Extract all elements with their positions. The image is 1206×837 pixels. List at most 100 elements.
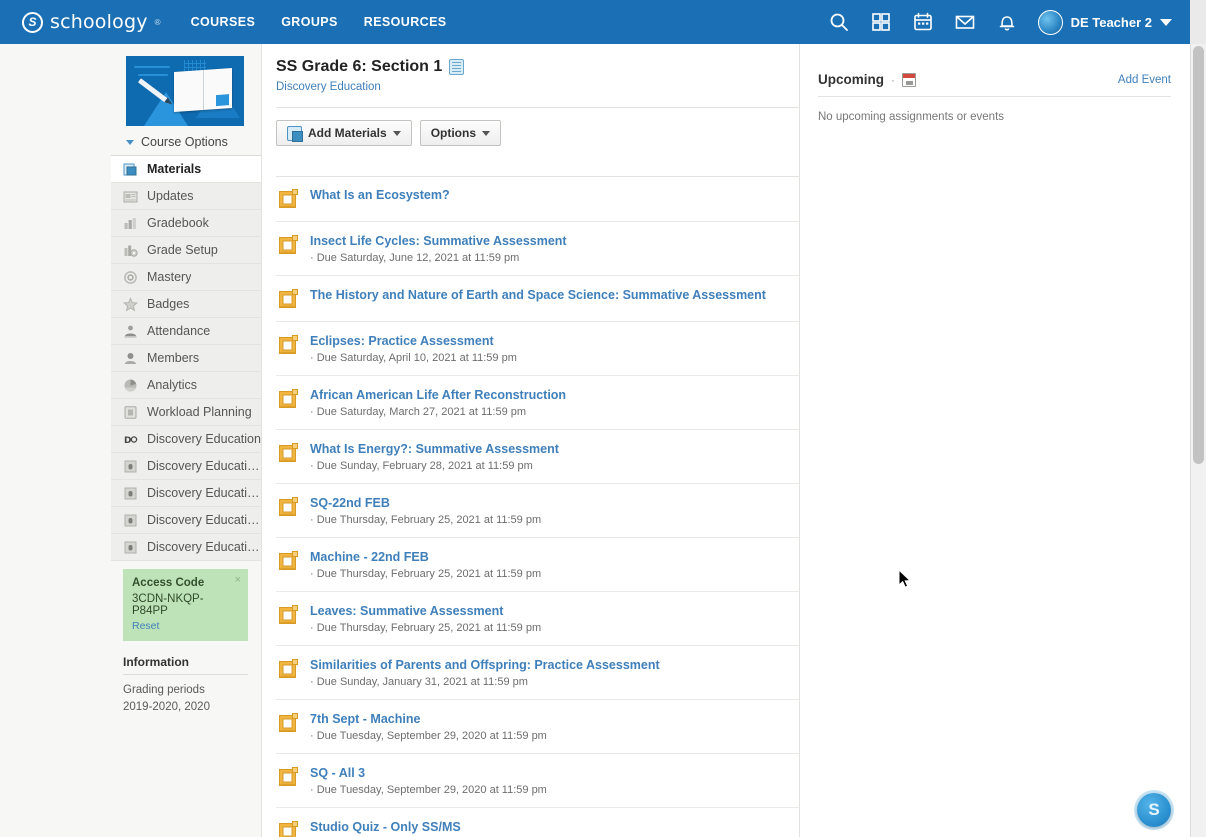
chevron-down-icon bbox=[392, 130, 401, 136]
search-icon[interactable] bbox=[828, 11, 850, 33]
assessment-icon bbox=[278, 820, 300, 837]
sidebar-item-label: Workload Planning bbox=[147, 405, 252, 419]
course-options-toggle[interactable]: Course Options bbox=[126, 135, 261, 149]
assessment-icon bbox=[278, 658, 300, 680]
user-menu[interactable]: DE Teacher 2 bbox=[1037, 9, 1172, 35]
members-icon bbox=[123, 351, 138, 366]
sidebar-item-discovery-education-app-2[interactable]: Discovery Education - ... bbox=[111, 480, 261, 507]
sidebar-item-discovery-education-app-1[interactable]: Discovery Education - ... bbox=[111, 453, 261, 480]
options-label: Options bbox=[430, 126, 477, 140]
messages-envelope-icon[interactable] bbox=[954, 11, 976, 33]
sidebar-item-label: Discovery Education - ... bbox=[147, 459, 261, 473]
course-badge-icon bbox=[449, 59, 465, 75]
sidebar-nav-list: Materials Updates Gradebook Grade Setup bbox=[111, 155, 261, 561]
assessment-icon bbox=[278, 712, 300, 734]
add-materials-label: Add Materials bbox=[308, 126, 387, 140]
schoology-logo[interactable]: S schoology ® bbox=[22, 11, 161, 33]
grading-periods-label: Grading periods bbox=[123, 684, 205, 696]
materials-icon bbox=[123, 162, 138, 177]
calendar-icon[interactable] bbox=[902, 72, 916, 87]
notifications-bell-icon[interactable] bbox=[996, 11, 1018, 33]
workload-planning-icon bbox=[123, 405, 138, 420]
sidebar-item-label: Discovery Education - ... bbox=[147, 513, 261, 527]
page-scrollbar[interactable] bbox=[1190, 44, 1206, 837]
sidebar-item-gradebook[interactable]: Gradebook bbox=[111, 210, 261, 237]
page-scrollbar-thumb[interactable] bbox=[1193, 46, 1204, 464]
sidebar-item-materials[interactable]: Materials bbox=[111, 156, 261, 183]
analytics-icon bbox=[123, 378, 138, 393]
upcoming-separator: · bbox=[891, 72, 895, 87]
help-fab-label: S bbox=[1148, 800, 1160, 819]
sidebar-item-discovery-education-app-3[interactable]: Discovery Education - ... bbox=[111, 507, 261, 534]
sidebar-item-discovery-education-app-4[interactable]: Discovery Education - ... bbox=[111, 534, 261, 561]
sidebar-item-members[interactable]: Members bbox=[111, 345, 261, 372]
sidebar-item-badges[interactable]: Badges bbox=[111, 291, 261, 318]
close-icon[interactable]: × bbox=[235, 575, 241, 586]
information-heading: Information bbox=[123, 655, 248, 675]
assessment-icon bbox=[278, 334, 300, 356]
upcoming-header: Upcoming · Add Event bbox=[818, 44, 1171, 97]
topbar-right-padding bbox=[1190, 0, 1206, 44]
brand-name: schoology bbox=[50, 11, 148, 33]
sidebar-item-label: Updates bbox=[147, 189, 194, 203]
add-materials-button[interactable]: Add Materials bbox=[276, 120, 412, 146]
chevron-down-icon bbox=[1160, 18, 1172, 26]
nav-right-actions: DE Teacher 2 bbox=[828, 9, 1190, 35]
schoology-mark-icon: S bbox=[22, 11, 43, 33]
sidebar-item-mastery[interactable]: Mastery bbox=[111, 264, 261, 291]
sidebar-item-grade-setup[interactable]: Grade Setup bbox=[111, 237, 261, 264]
app-icon bbox=[123, 486, 138, 501]
user-name-label: DE Teacher 2 bbox=[1070, 14, 1152, 30]
svg-text:D: D bbox=[124, 436, 131, 446]
course-profile-picture[interactable] bbox=[126, 56, 244, 126]
add-materials-icon bbox=[287, 125, 303, 142]
assessment-icon bbox=[278, 550, 300, 572]
app-icon bbox=[123, 459, 138, 474]
app-icon bbox=[123, 540, 138, 555]
upcoming-title: Upcoming bbox=[818, 72, 884, 87]
app-icon bbox=[123, 513, 138, 528]
grid-apps-icon[interactable] bbox=[870, 11, 892, 33]
add-event-link[interactable]: Add Event bbox=[1118, 74, 1171, 86]
access-code-title: Access Code bbox=[132, 577, 205, 589]
grading-periods-value: 2019-2020, 2020 bbox=[123, 700, 210, 713]
sidebar-item-attendance[interactable]: Attendance bbox=[111, 318, 261, 345]
reset-access-code-link[interactable]: Reset bbox=[132, 620, 239, 632]
sidebar-item-label: Analytics bbox=[147, 378, 198, 392]
course-options-label: Course Options bbox=[141, 135, 228, 149]
nav-item-groups[interactable]: GROUPS bbox=[281, 15, 338, 29]
sidebar-item-workload-planning[interactable]: Workload Planning bbox=[111, 399, 261, 426]
mastery-icon bbox=[123, 270, 138, 285]
nav-item-courses[interactable]: COURSES bbox=[191, 15, 256, 29]
grading-periods-info: Grading periods 2019-2020, 2020 bbox=[123, 682, 261, 715]
primary-nav-links: COURSES GROUPS RESOURCES bbox=[191, 15, 447, 29]
upcoming-panel: Upcoming · Add Event No upcoming assignm… bbox=[799, 44, 1189, 837]
access-code-value: 3CDN-NKQP-P84PP bbox=[132, 593, 204, 617]
nav-item-resources[interactable]: RESOURCES bbox=[364, 15, 447, 29]
sidebar-item-label: Badges bbox=[147, 297, 190, 311]
sidebar-item-label: Mastery bbox=[147, 270, 192, 284]
mouse-cursor bbox=[899, 570, 912, 588]
course-sidebar: Course Options Materials Updates Gradebo… bbox=[111, 44, 261, 837]
sidebar-item-label: Discovery Education - ... bbox=[147, 486, 261, 500]
open-book-icon bbox=[174, 67, 232, 113]
trademark-symbol: ® bbox=[154, 17, 161, 27]
updates-icon bbox=[123, 189, 138, 204]
assessment-icon bbox=[278, 604, 300, 626]
sidebar-item-analytics[interactable]: Analytics bbox=[111, 372, 261, 399]
assessment-icon bbox=[278, 766, 300, 788]
help-support-button[interactable]: S bbox=[1137, 793, 1171, 827]
calendar-icon[interactable] bbox=[912, 11, 934, 33]
options-button[interactable]: Options bbox=[419, 120, 502, 146]
grade-setup-icon bbox=[123, 243, 138, 258]
schoology-course-materials-page: S schoology ® COURSES GROUPS RESOURCES D… bbox=[0, 0, 1206, 837]
sidebar-item-discovery-education[interactable]: D Discovery Education bbox=[111, 426, 261, 453]
sidebar-item-label: Gradebook bbox=[147, 216, 209, 230]
attendance-icon bbox=[123, 324, 138, 339]
assessment-icon bbox=[278, 496, 300, 518]
sidebar-item-updates[interactable]: Updates bbox=[111, 183, 261, 210]
decorative-wave-2 bbox=[138, 74, 168, 76]
assessment-icon bbox=[278, 388, 300, 410]
sidebar-item-label: Materials bbox=[147, 162, 202, 176]
sidebar-item-label: Members bbox=[147, 351, 200, 365]
